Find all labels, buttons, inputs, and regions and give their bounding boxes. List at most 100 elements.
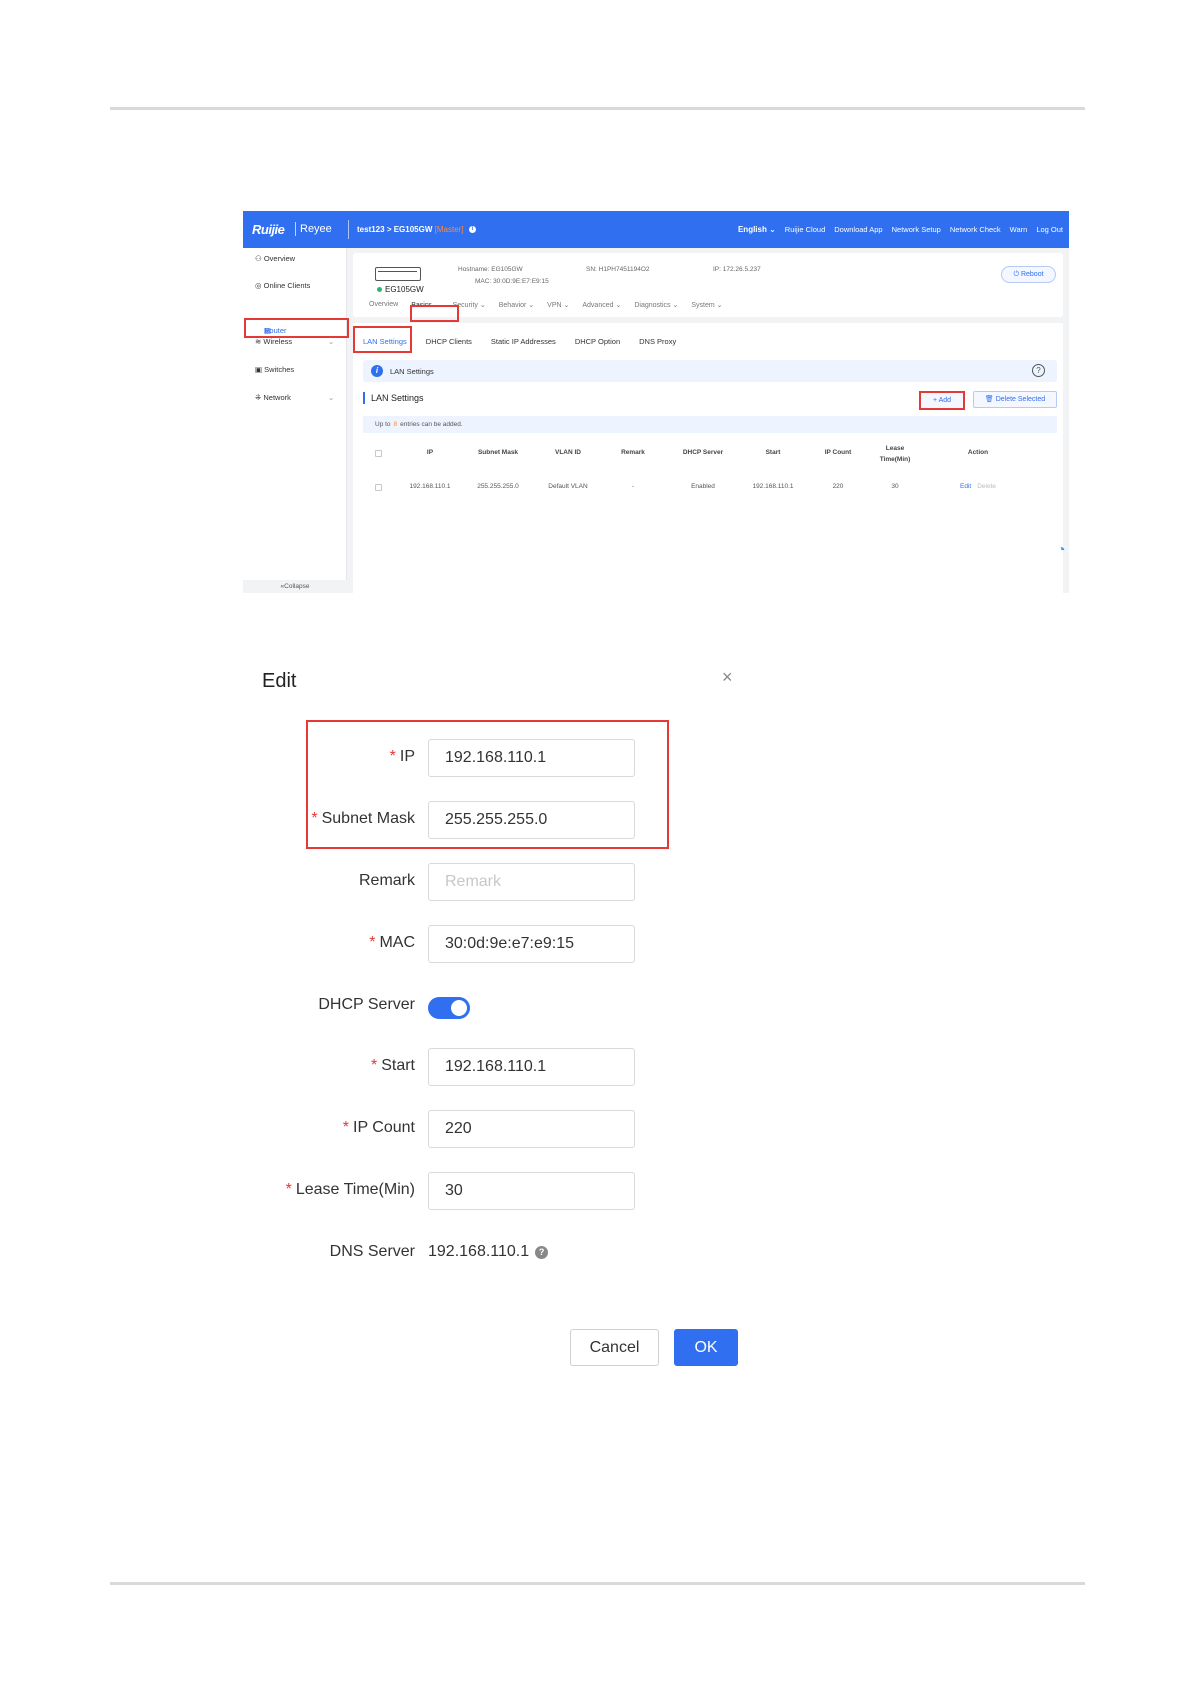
serial-number: SN: H1PH7451194O2 bbox=[586, 266, 650, 273]
tab-static-ip-addresses[interactable]: Static IP Addresses bbox=[491, 337, 556, 346]
lease-time-row: * Lease Time(Min) bbox=[0, 1172, 1191, 1212]
close-icon[interactable]: × bbox=[722, 667, 733, 688]
device-name: EG105GW bbox=[377, 285, 424, 294]
reyee-logo: Reyee bbox=[300, 223, 332, 235]
sn-label: SN: bbox=[586, 266, 597, 273]
subnav-vpn[interactable]: VPN ⌄ bbox=[547, 301, 569, 309]
dhcp-server-label: DHCP Server bbox=[318, 996, 415, 1013]
required-mark: * bbox=[389, 748, 396, 765]
chevron-down-icon: ⌄ bbox=[328, 337, 335, 346]
breadcrumb-separator: > bbox=[386, 225, 392, 234]
required-mark: * bbox=[311, 810, 318, 827]
mac-row: * MAC bbox=[0, 925, 1191, 965]
delete-link[interactable]: Delete bbox=[977, 483, 996, 490]
remark-input[interactable] bbox=[428, 863, 635, 901]
ip-count-input[interactable] bbox=[428, 1110, 635, 1148]
hostname-label: Hostname: bbox=[458, 266, 490, 273]
ok-button[interactable]: OK bbox=[674, 1329, 738, 1366]
breadcrumb[interactable]: test123 > EG105GW [Master] i bbox=[357, 225, 476, 234]
col-ip: IP bbox=[426, 449, 434, 456]
reboot-button[interactable]: ⏻ Reboot bbox=[1001, 266, 1056, 283]
ruijie-cloud-link[interactable]: Ruijie Cloud bbox=[785, 225, 825, 234]
lease-time-label: * Lease Time(Min) bbox=[286, 1181, 415, 1199]
required-mark: * bbox=[370, 1057, 378, 1074]
subnet-mask-input[interactable] bbox=[428, 801, 635, 839]
master-tag: [Master] bbox=[434, 225, 464, 234]
col-dhcp-server: DHCP Server bbox=[682, 449, 724, 456]
sidebar: ⚇ Overview ◎ Online Clients ▦ Router ≋ W… bbox=[243, 248, 349, 593]
cell-dhcp-server: Enabled bbox=[691, 483, 715, 490]
dns-server-label: DNS Server bbox=[329, 1243, 415, 1260]
mac-address: MAC: 30:0D:9E:E7:E9:15 bbox=[475, 278, 549, 285]
warn-link[interactable]: Warn bbox=[1010, 225, 1028, 234]
tab-dhcp-clients[interactable]: DHCP Clients bbox=[426, 337, 472, 346]
download-app-link[interactable]: Download App bbox=[834, 225, 882, 234]
subnav-behavior[interactable]: Behavior ⌄ bbox=[499, 301, 534, 309]
hostname: Hostname: EG105GW bbox=[458, 266, 523, 273]
sidebar-item-label: Network bbox=[263, 393, 291, 402]
required-mark: * bbox=[369, 934, 376, 951]
tab-dns-proxy[interactable]: DNS Proxy bbox=[639, 337, 676, 346]
sidebar-item-network[interactable]: ⁜ Network ⌄ bbox=[255, 393, 345, 402]
col-lease-time: Lease Time(Min) bbox=[879, 445, 911, 463]
chevron-down-icon: ⌄ bbox=[328, 393, 335, 402]
cell-ip: 192.168.110.1 bbox=[409, 483, 451, 490]
tab-dhcp-option[interactable]: DHCP Option bbox=[575, 337, 620, 346]
breadcrumb-project[interactable]: test123 bbox=[357, 225, 385, 234]
logo-divider bbox=[295, 222, 296, 236]
subnav-diagnostics[interactable]: Diagnostics ⌄ bbox=[634, 301, 678, 309]
assistant-icon[interactable]: ◔ bbox=[1057, 541, 1069, 565]
lan-settings-card: LAN Settings DHCP Clients Static IP Addr… bbox=[353, 323, 1063, 593]
subnav-overview[interactable]: Overview bbox=[369, 301, 398, 309]
help-icon[interactable]: ? bbox=[535, 1246, 549, 1259]
row-checkbox[interactable] bbox=[375, 484, 382, 491]
sidebar-item-router[interactable]: ▦ Router bbox=[244, 318, 349, 338]
subnet-mask-label-text: Subnet Mask bbox=[321, 810, 415, 827]
cell-vlan-id: Default VLAN bbox=[548, 483, 588, 490]
ip-label: * IP bbox=[390, 748, 415, 766]
info-icon[interactable]: i bbox=[468, 226, 476, 234]
sidebar-item-label: Online Clients bbox=[263, 281, 311, 290]
ruijie-logo: Ruijie bbox=[252, 222, 285, 237]
ip-count-label: * IP Count bbox=[343, 1119, 415, 1137]
start-input[interactable] bbox=[428, 1048, 635, 1086]
subnav-advanced[interactable]: Advanced ⌄ bbox=[582, 301, 621, 309]
delete-selected-button[interactable]: 🗑 Delete Selected bbox=[973, 391, 1057, 408]
col-action: Action bbox=[967, 449, 989, 456]
sidebar-item-label: Router bbox=[264, 326, 287, 335]
trash-icon: 🗑 bbox=[984, 396, 994, 403]
sidebar-item-switches[interactable]: ▣ Switches bbox=[255, 365, 294, 374]
collapse-button[interactable]: «Collapse bbox=[243, 580, 347, 593]
sidebar-item-wireless[interactable]: ≋ Wireless ⌄ bbox=[255, 337, 345, 346]
start-label: * Start bbox=[371, 1057, 415, 1075]
add-button[interactable]: + Add bbox=[919, 391, 965, 410]
delete-selected-label: Delete Selected bbox=[995, 396, 1046, 403]
log-out-link[interactable]: Log Out bbox=[1036, 225, 1063, 234]
ip-label: IP: bbox=[713, 266, 721, 273]
mac-input[interactable] bbox=[428, 925, 635, 963]
col-ip-count: IP Count bbox=[824, 449, 852, 456]
ip-input[interactable] bbox=[428, 739, 635, 777]
sidebar-item-online-clients[interactable]: ◎ Online Clients bbox=[255, 281, 310, 290]
sidebar-item-overview[interactable]: ⚇ Overview bbox=[255, 254, 295, 263]
select-all-checkbox[interactable] bbox=[375, 450, 382, 457]
edit-link[interactable]: Edit bbox=[960, 483, 971, 490]
lease-time-input[interactable] bbox=[428, 1172, 635, 1210]
subnav-system[interactable]: System ⌄ bbox=[691, 301, 722, 309]
reboot-label: Reboot bbox=[1020, 271, 1044, 278]
sn-value: H1PH7451194O2 bbox=[598, 266, 650, 273]
mac-label: MAC: bbox=[475, 278, 492, 285]
subnet-mask-row: * Subnet Mask bbox=[0, 801, 1191, 841]
network-setup-link[interactable]: Network Setup bbox=[892, 225, 941, 234]
cell-lease-time: 30 bbox=[891, 483, 899, 490]
cell-action: Edit Delete bbox=[943, 483, 1013, 490]
dhcp-server-toggle[interactable] bbox=[428, 997, 470, 1019]
bar-divider bbox=[348, 220, 349, 239]
cancel-button[interactable]: Cancel bbox=[570, 1329, 659, 1366]
cell-remark: - bbox=[631, 483, 635, 490]
cell-ip-count: 220 bbox=[832, 483, 844, 490]
tab-lan-settings[interactable]: LAN Settings bbox=[363, 337, 407, 346]
language-select[interactable]: English ⌄ bbox=[738, 225, 776, 234]
help-icon[interactable]: ? bbox=[1032, 364, 1045, 377]
network-check-link[interactable]: Network Check bbox=[950, 225, 1001, 234]
